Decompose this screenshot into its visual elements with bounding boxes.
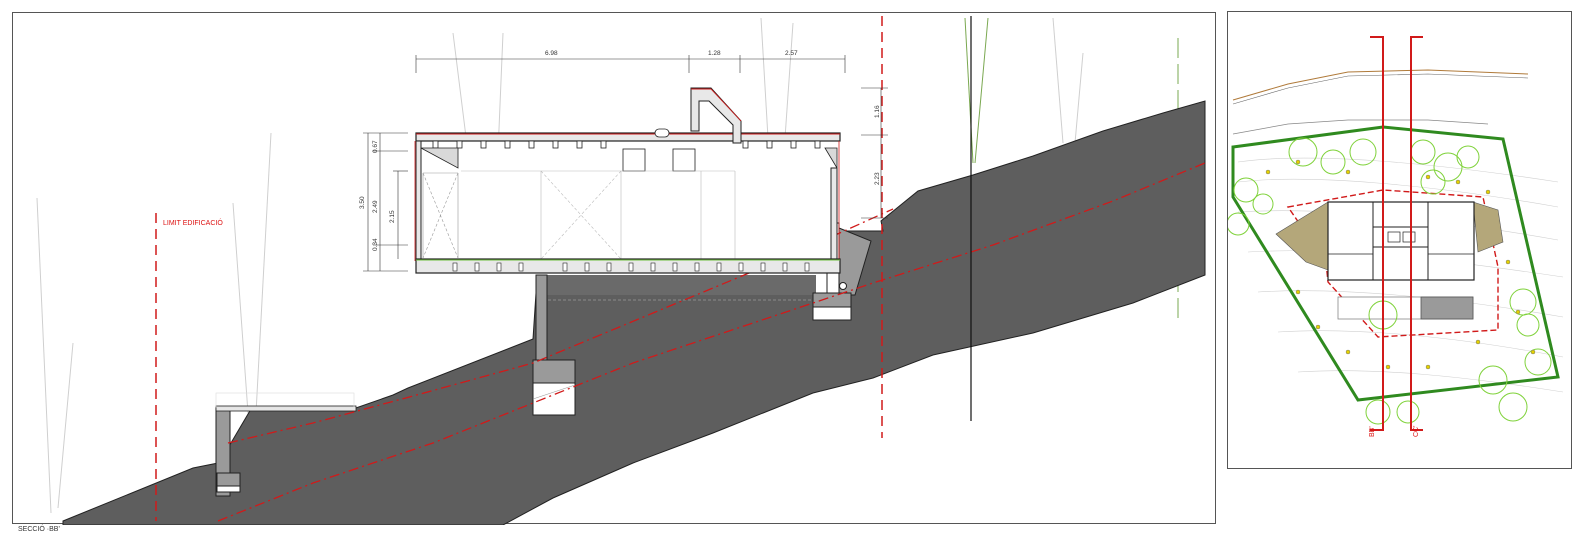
dim-right-2: 2.23 <box>874 172 881 185</box>
site-plan: BB' CC' <box>1228 36 1564 437</box>
left-dimension-lines <box>363 132 408 272</box>
tree-canopies <box>1228 137 1552 425</box>
house-section <box>414 87 841 274</box>
site-plan-panel: BB' CC' <box>1227 11 1572 469</box>
railing <box>215 392 355 408</box>
house-plan <box>1327 201 1475 281</box>
terrace-right <box>1472 201 1504 253</box>
dim-left-3: 2.49 <box>372 200 379 213</box>
road-edge-brown <box>1232 69 1529 101</box>
dim-right-1: 1.16 <box>874 105 881 118</box>
top-dimension-lines <box>415 55 846 73</box>
footing-left <box>532 382 576 416</box>
footing-left-top <box>532 359 576 384</box>
contour-road <box>1232 119 1489 135</box>
limit-label: LIMIT EDIFICACIÓ <box>163 218 223 227</box>
dim-left-4: 2.15 <box>389 210 396 223</box>
section-mark-bb: BB' <box>1369 426 1376 437</box>
section-drawing: LIMIT EDIFICACIÓ 6.98 1.28 2.57 0.67 3.5… <box>36 16 1206 525</box>
footing-right-base <box>812 306 852 321</box>
roof-vent <box>654 128 670 138</box>
wall-left <box>415 140 422 262</box>
section-mark-cc: CC' <box>1413 426 1420 437</box>
section-drawing-panel: LIMIT EDIFICACIÓ 6.98 1.28 2.57 0.67 3.5… <box>12 12 1216 525</box>
dim-top-1: 6.98 <box>545 50 558 57</box>
drain-pipe <box>839 282 847 290</box>
floor-slab <box>415 258 841 274</box>
terrace-left <box>1275 201 1329 271</box>
dim-left-2: 3.50 <box>359 196 366 209</box>
section-caption: SECCIÓ ·BB' <box>18 526 60 533</box>
pool <box>1420 296 1474 320</box>
wall-right <box>830 167 838 262</box>
dim-top-2: 1.28 <box>708 50 721 57</box>
dim-left-5: 0.34 <box>372 238 379 251</box>
road-edge <box>1232 73 1529 105</box>
underfloor-band <box>536 275 816 295</box>
dim-left-1: 0.67 <box>372 140 379 153</box>
dim-top-3: 2.57 <box>785 50 798 57</box>
left-footing-base <box>216 485 241 493</box>
column-left <box>535 274 548 362</box>
